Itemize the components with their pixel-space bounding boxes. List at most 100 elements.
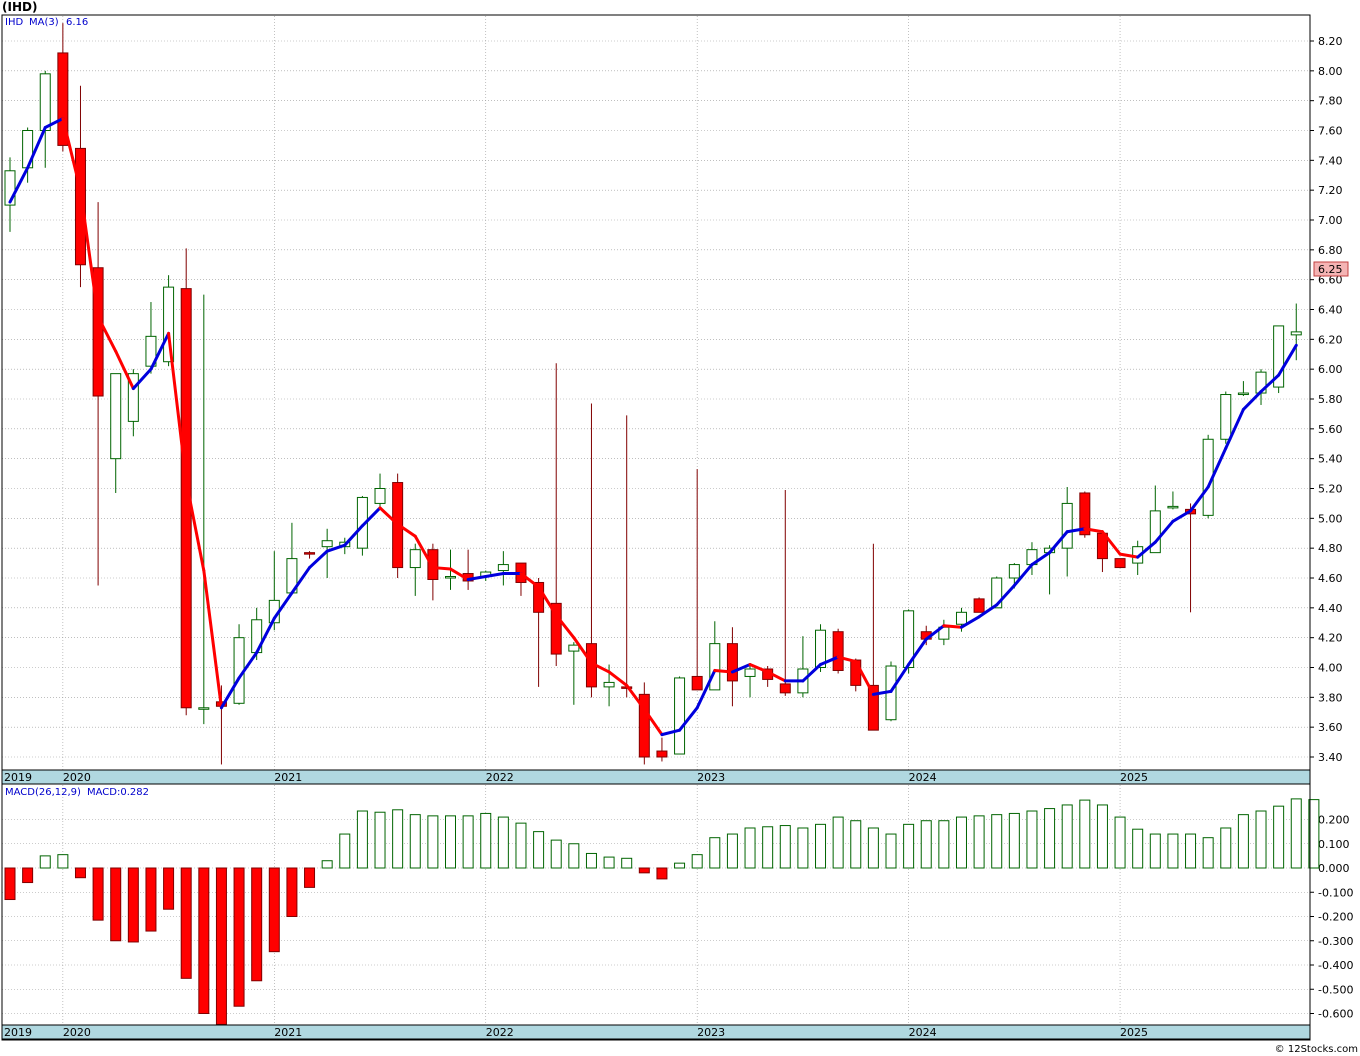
macd-bar [409, 814, 421, 869]
macd-bar [533, 831, 545, 869]
macd-bar [163, 867, 175, 910]
macd-tick-label: -0.200 [1318, 911, 1353, 924]
macd-bar [110, 867, 122, 942]
macd-bar [339, 833, 351, 869]
macd-bar [991, 814, 1003, 869]
candle-body [110, 373, 122, 460]
candle-body [656, 750, 668, 758]
macd-bar [74, 867, 86, 879]
macd-bar [304, 867, 316, 888]
candle-body [1220, 394, 1232, 440]
candle-body [674, 677, 686, 755]
macd-bar [832, 816, 844, 869]
year-label: 2025 [1120, 1026, 1148, 1039]
macd-bar [462, 815, 474, 869]
price-tick-label: 7.40 [1318, 154, 1343, 167]
stock-chart: 3.40 3.60 3.80 4.00 4.20 4.40 4.60 4.80 5.00 5.20… [0, 0, 1360, 1056]
macd-bar [145, 867, 157, 932]
macd-bar [268, 867, 280, 953]
macd-bar [251, 867, 263, 982]
candle-body [198, 707, 210, 710]
year-label: 2021 [274, 1026, 302, 1039]
candle-body [726, 643, 738, 682]
macd-bar [920, 820, 932, 869]
macd-bar [215, 867, 227, 1025]
macd-bar [973, 815, 985, 869]
year-label: 2020 [63, 1026, 91, 1039]
macd-bar [4, 867, 16, 901]
price-legend-ma-value: 6.16 [66, 17, 88, 28]
candle-body [779, 683, 791, 694]
macd-bar [955, 816, 967, 869]
macd-bar [762, 826, 774, 869]
price-tick-label: 4.00 [1318, 662, 1343, 675]
macd-bar [797, 827, 809, 869]
macd-bar [1132, 828, 1144, 869]
candle-body [973, 598, 985, 613]
macd-bar [92, 867, 104, 921]
candle-body [1290, 331, 1302, 336]
macd-bar [726, 833, 738, 869]
year-label: 2024 [909, 1026, 937, 1039]
macd-bar [57, 854, 69, 869]
ma-segment [431, 566, 452, 571]
macd-bar [445, 815, 456, 869]
year-label: 2019 [4, 1026, 32, 1039]
macd-bar [815, 823, 827, 869]
candle-body [321, 540, 333, 548]
macd-tick-label: -0.400 [1318, 959, 1353, 972]
candle-body [1061, 502, 1073, 549]
ma-segment [713, 668, 734, 674]
price-legend-ma-label: MA(3) [29, 17, 59, 28]
macd-bar [709, 837, 721, 869]
macd-bar [938, 820, 950, 869]
candle-body [39, 73, 51, 131]
candle-body [691, 675, 703, 691]
candle-body [955, 611, 967, 625]
macd-tick-label: -0.300 [1318, 935, 1353, 948]
candle-body [304, 552, 316, 555]
macd-tick-label: 0.000 [1318, 862, 1350, 875]
price-tick-label: 3.40 [1318, 751, 1343, 764]
year-label: 2020 [63, 771, 91, 784]
candle-body [832, 631, 844, 671]
macd-bar [356, 810, 368, 869]
macd-legend-value: MACD:0.282 [87, 787, 149, 798]
price-tick-label: 7.60 [1318, 125, 1343, 138]
ma-segment [942, 624, 963, 629]
macd-bar [744, 827, 756, 869]
candle-body [374, 488, 386, 504]
year-label: 2021 [274, 771, 302, 784]
macd-bar [180, 867, 192, 979]
year-label: 2025 [1120, 771, 1148, 784]
macd-legend-label: MACD(26,12,9) [5, 787, 81, 798]
macd-bar [233, 867, 245, 1007]
macd-bar [691, 854, 703, 869]
macd-bar [1114, 816, 1126, 869]
macd-bar [1079, 799, 1091, 869]
candle-body [1237, 392, 1249, 396]
price-tick-label: 7.80 [1318, 95, 1343, 108]
price-tick-label: 6.20 [1318, 333, 1343, 346]
macd-bar [1149, 833, 1161, 869]
macd-bar [22, 867, 34, 884]
macd-bar [1220, 827, 1232, 869]
price-tick-label: 4.20 [1318, 632, 1343, 645]
macd-bar [903, 823, 915, 869]
macd-bar [1096, 804, 1108, 869]
candle-body [603, 681, 615, 688]
price-tick-label: 4.60 [1318, 572, 1343, 585]
year-label: 2022 [486, 771, 514, 784]
macd-tick-label: -0.100 [1318, 886, 1353, 899]
macd-tick-label: 0.100 [1318, 838, 1350, 851]
price-tick-label: 4.80 [1318, 542, 1343, 555]
price-tick-label: 6.40 [1318, 304, 1343, 317]
macd-bar [1237, 814, 1249, 869]
macd-bar [427, 815, 439, 869]
macd-bar [39, 855, 51, 869]
macd-bar [621, 857, 633, 869]
macd-bar [480, 812, 492, 869]
macd-bar [497, 816, 509, 869]
macd-bar [286, 867, 298, 917]
macd-bar [638, 867, 650, 874]
